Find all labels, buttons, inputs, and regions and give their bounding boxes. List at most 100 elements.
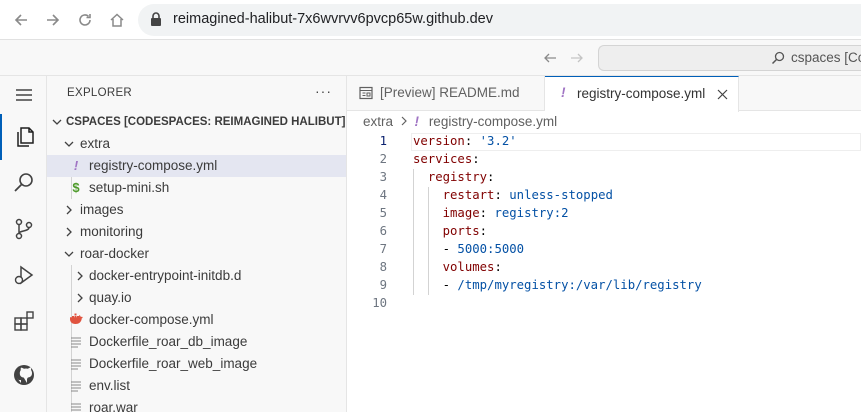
line-number: 2 (379, 152, 387, 166)
tree-item-docker-compose[interactable]: docker-compose.yml (47, 309, 346, 331)
tree-item-label: env.list (89, 378, 131, 393)
tree-item-label: setup-mini.sh (89, 180, 170, 195)
tree-item-monitoring[interactable]: monitoring (47, 221, 346, 243)
code-line: 10 (347, 295, 861, 313)
explorer-title: EXPLORER (67, 87, 133, 99)
text-file-icon (69, 358, 83, 373)
tree-item-dockerfile-web[interactable]: Dockerfile_roar_web_image (47, 353, 346, 375)
code-line: 6 ports: (347, 223, 861, 241)
tree-item-label: Dockerfile_roar_db_image (89, 334, 248, 349)
text-file-icon (69, 402, 83, 412)
line-number: 3 (379, 170, 387, 184)
tree-item-roar-war[interactable]: roar.war (47, 397, 346, 412)
run-debug-icon[interactable] (0, 252, 47, 298)
line-number: 7 (379, 242, 387, 256)
home-icon[interactable] (106, 9, 128, 31)
tree-item-label: roar.war (89, 400, 138, 412)
breadcrumb-folder[interactable]: extra (363, 114, 393, 129)
code-line: 1 version: '3.2' (347, 133, 861, 151)
address-bar[interactable]: reimagined-halibut-7x6wvrvv6pvcp65w.gith… (138, 4, 861, 36)
code-line: 4 restart: unless-stopped (347, 187, 861, 205)
tree-item-setup-mini[interactable]: $ setup-mini.sh (47, 177, 346, 199)
chevron-right-icon (62, 224, 76, 240)
yaml-file-icon: ! (561, 85, 566, 100)
explorer-icon[interactable] (0, 114, 47, 160)
extensions-icon[interactable] (0, 298, 47, 344)
yaml-file-icon: ! (73, 158, 79, 173)
forward-icon[interactable] (42, 9, 64, 31)
tree-item-label: docker-compose.yml (89, 312, 214, 327)
workspace-root-label: CSPACES [CODESPACES: REIMAGINED HALIBUT] (66, 116, 346, 128)
more-actions-icon[interactable]: ··· (315, 83, 332, 99)
line-number: 10 (372, 296, 387, 310)
tree-item-registry-compose[interactable]: ! registry-compose.yml (47, 155, 346, 177)
tab-registry-compose[interactable]: ! registry-compose.yml (545, 76, 739, 112)
yaml-key: image (442, 206, 480, 220)
chevron-right-icon (397, 114, 411, 129)
editor-tabs: [Preview] README.md ! registry-compose.y… (347, 76, 861, 112)
code-line: 9 - /tmp/myregistry:/var/lib/registry (347, 277, 861, 295)
tree-item-env-list[interactable]: env.list (47, 375, 346, 397)
chevron-right-icon (73, 290, 87, 306)
activity-bar (0, 76, 47, 412)
line-number: 4 (379, 188, 387, 202)
tree-item-label: Dockerfile_roar_web_image (89, 356, 258, 371)
chevron-down-icon (62, 246, 76, 262)
url-text: reimagined-halibut-7x6wvrvv6pvcp65w.gith… (173, 11, 493, 27)
command-center-text: cspaces [Co (791, 50, 861, 65)
chevron-right-icon (62, 202, 76, 218)
workspace-root[interactable]: CSPACES [CODESPACES: REIMAGINED HALIBUT] (47, 111, 346, 133)
explorer-panel: EXPLORER ··· CSPACES [CODESPACES: REIMAG… (47, 76, 347, 412)
tree-item-label: roar-docker (80, 246, 150, 261)
yaml-file-icon: ! (414, 114, 420, 129)
line-number: 1 (379, 134, 387, 148)
source-control-icon[interactable] (0, 206, 47, 252)
yaml-key: restart (442, 188, 495, 202)
vscode-titlebar: cspaces [Co (0, 40, 861, 76)
shell-file-icon: $ (72, 180, 80, 195)
code-line: 7 - 5000:5000 (347, 241, 861, 259)
yaml-key: ports (442, 224, 480, 238)
tab-label: registry-compose.yml (577, 86, 706, 101)
breadcrumb: extra ! registry-compose.yml (363, 114, 557, 129)
browser-toolbar: reimagined-halibut-7x6wvrvv6pvcp65w.gith… (0, 0, 861, 40)
line-number: 8 (379, 260, 387, 274)
tab-readme-preview[interactable]: [Preview] README.md (347, 76, 545, 111)
tab-label: [Preview] README.md (380, 85, 520, 100)
back-arrow-icon[interactable] (542, 50, 558, 71)
search-icon (771, 51, 785, 70)
tree-item-label: monitoring (80, 224, 144, 239)
yaml-key: services (413, 152, 473, 166)
text-file-icon (69, 336, 83, 351)
command-center[interactable]: cspaces [Co (598, 45, 861, 71)
text-file-icon (69, 380, 83, 395)
tree-item-label: extra (80, 136, 111, 151)
editor-area: [Preview] README.md ! registry-compose.y… (347, 76, 861, 412)
tree-item-quay[interactable]: quay.io (47, 287, 346, 309)
search-view-icon[interactable] (0, 160, 47, 206)
close-icon[interactable] (717, 88, 728, 103)
tree-item-dockerfile-db[interactable]: Dockerfile_roar_db_image (47, 331, 346, 353)
reload-icon[interactable] (74, 9, 96, 31)
tree-item-label: images (80, 202, 124, 217)
tree-item-extra[interactable]: extra (47, 133, 346, 155)
forward-arrow-icon[interactable] (569, 50, 585, 71)
yaml-value: unless-stopped (509, 188, 613, 202)
code-line: 2 services: (347, 151, 861, 169)
chevron-down-icon (50, 114, 64, 130)
yaml-value: 5000:5000 (457, 242, 525, 256)
tree-item-roar-docker[interactable]: roar-docker (47, 243, 346, 265)
lock-icon (150, 12, 162, 32)
breadcrumb-file[interactable]: registry-compose.yml (429, 114, 557, 129)
line-number: 6 (379, 224, 387, 238)
yaml-key: registry (427, 170, 488, 184)
tree-item-images[interactable]: images (47, 199, 346, 221)
tree-item-docker-entrypoint[interactable]: docker-entrypoint-initdb.d (47, 265, 346, 287)
yaml-value: /tmp/myregistry:/var/lib/registry (457, 278, 702, 292)
back-icon[interactable] (10, 9, 32, 31)
menu-icon[interactable] (0, 76, 47, 114)
github-icon[interactable] (0, 352, 47, 398)
tree-item-label: docker-entrypoint-initdb.d (89, 268, 242, 283)
line-number: 9 (379, 278, 387, 292)
chevron-down-icon (62, 136, 76, 152)
